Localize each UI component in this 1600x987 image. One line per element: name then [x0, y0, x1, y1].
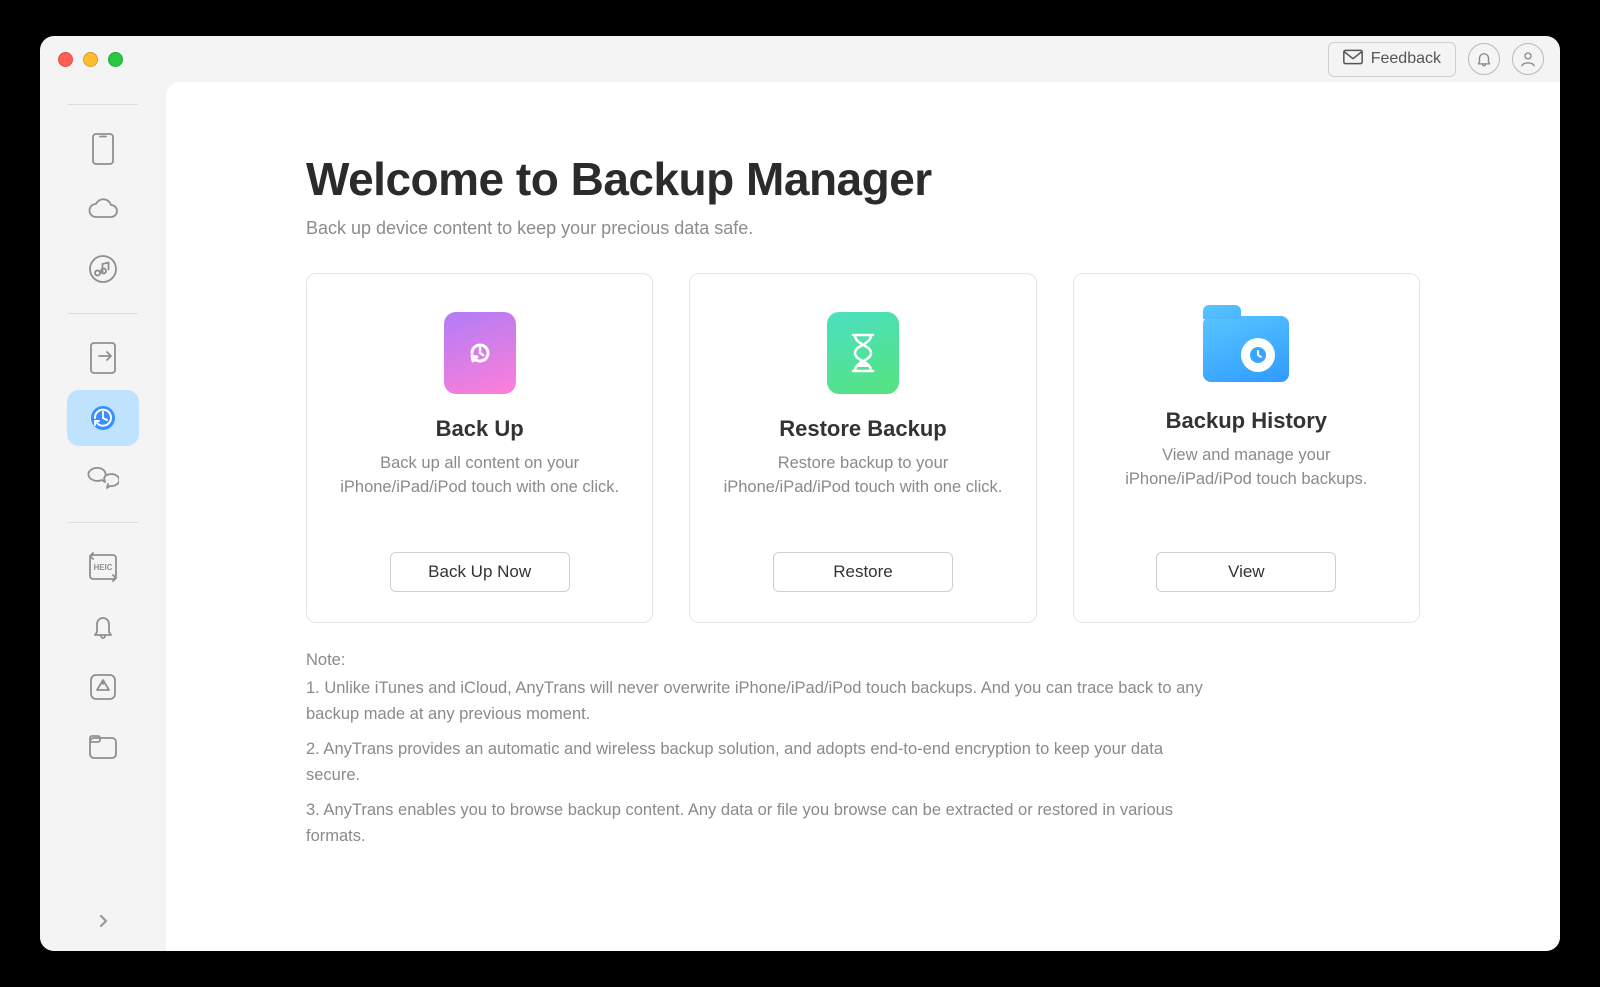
page-title: Welcome to Backup Manager: [306, 152, 1420, 206]
backup-now-button[interactable]: Back Up Now: [390, 552, 570, 592]
backup-icon: [444, 312, 516, 394]
sidebar-item-music[interactable]: [67, 241, 139, 297]
sidebar-item-cloud[interactable]: [67, 181, 139, 237]
view-button[interactable]: View: [1156, 552, 1336, 592]
notifications-button[interactable]: [1468, 43, 1500, 75]
sidebar-collapse-button[interactable]: [40, 913, 166, 929]
sidebar-item-heic[interactable]: HEIC: [67, 539, 139, 595]
sidebar-item-backup[interactable]: [67, 390, 139, 446]
card-backup: Back Up Back up all content on your iPho…: [306, 273, 653, 623]
notes-section: Note: 1. Unlike iTunes and iCloud, AnyTr…: [306, 651, 1206, 849]
sidebar-item-messages[interactable]: [67, 450, 139, 506]
card-title: Backup History: [1166, 408, 1327, 434]
sidebar-item-transfer[interactable]: [67, 330, 139, 386]
sidebar-item-device[interactable]: [67, 121, 139, 177]
sidebar-item-screen[interactable]: [67, 719, 139, 775]
card-restore: Restore Backup Restore backup to your iP…: [689, 273, 1036, 623]
note-item: 2. AnyTrans provides an automatic and wi…: [306, 737, 1206, 788]
main-content: Welcome to Backup Manager Back up device…: [166, 82, 1560, 951]
window-controls: [58, 52, 123, 67]
note-item: 1. Unlike iTunes and iCloud, AnyTrans wi…: [306, 676, 1206, 727]
card-history: Backup History View and manage your iPho…: [1073, 273, 1420, 623]
notes-label: Note:: [306, 651, 1206, 670]
page-subtitle: Back up device content to keep your prec…: [306, 218, 1420, 239]
close-window-button[interactable]: [58, 52, 73, 67]
card-description: Restore backup to your iPhone/iPad/iPod …: [723, 452, 1003, 500]
sidebar-item-apps[interactable]: [67, 659, 139, 715]
account-button[interactable]: [1512, 43, 1544, 75]
restore-icon: [827, 312, 899, 394]
fullscreen-window-button[interactable]: [108, 52, 123, 67]
history-icon: [1203, 312, 1289, 386]
sidebar-item-downloads[interactable]: [67, 599, 139, 655]
restore-button[interactable]: Restore: [773, 552, 953, 592]
titlebar: Feedback: [40, 36, 1560, 82]
mail-icon: [1343, 49, 1363, 70]
svg-text:HEIC: HEIC: [93, 563, 112, 572]
feedback-label: Feedback: [1371, 50, 1441, 68]
card-description: Back up all content on your iPhone/iPad/…: [340, 452, 620, 500]
cards-row: Back Up Back up all content on your iPho…: [306, 273, 1420, 623]
app-window: Feedback: [40, 36, 1560, 951]
feedback-button[interactable]: Feedback: [1328, 42, 1456, 77]
note-item: 3. AnyTrans enables you to browse backup…: [306, 798, 1206, 849]
card-title: Back Up: [436, 416, 524, 442]
sidebar: HEIC: [40, 82, 166, 951]
card-description: View and manage your iPhone/iPad/iPod to…: [1106, 444, 1386, 492]
card-title: Restore Backup: [779, 416, 947, 442]
minimize-window-button[interactable]: [83, 52, 98, 67]
